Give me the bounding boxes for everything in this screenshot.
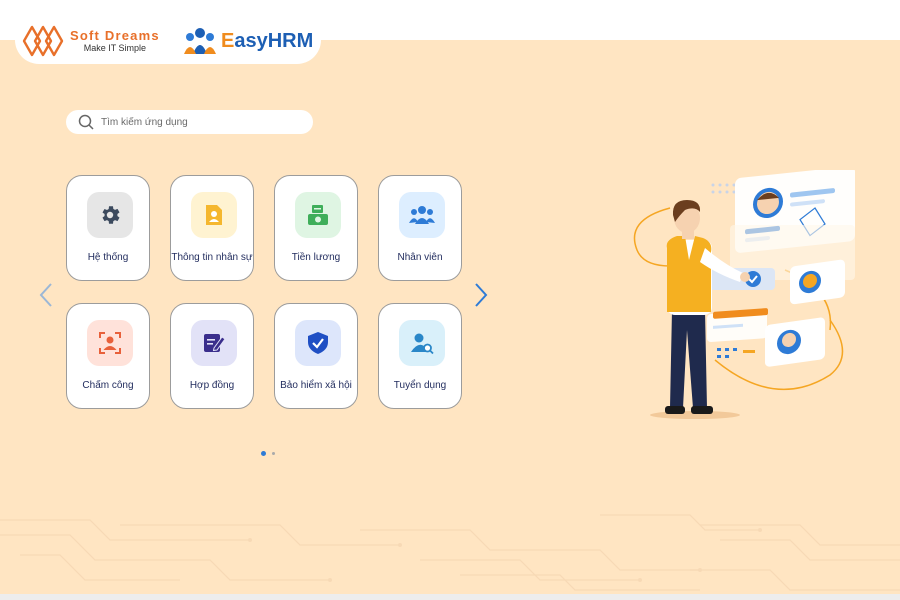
gear-icon bbox=[87, 192, 133, 238]
pagination-dots bbox=[261, 451, 275, 456]
hr-illustration bbox=[633, 170, 855, 419]
app-tile-hop-dong[interactable]: Hợp đồng bbox=[170, 303, 254, 409]
face-scan-icon bbox=[87, 320, 133, 366]
brand-tagline: Make IT Simple bbox=[83, 43, 147, 53]
easyhrm-logo[interactable]: EasyHRM bbox=[183, 26, 313, 56]
page-dot[interactable] bbox=[272, 452, 275, 455]
app-tile-he-thong[interactable]: Hệ thống bbox=[66, 175, 150, 281]
app-tile-nhan-vien[interactable]: Nhân viên bbox=[378, 175, 462, 281]
next-page-arrow-icon[interactable] bbox=[473, 282, 489, 308]
page-dot-active[interactable] bbox=[261, 451, 266, 456]
app-label: Hệ thống bbox=[87, 252, 129, 263]
app-label: Bảo hiểm xã hội bbox=[280, 380, 352, 391]
profile-document-icon bbox=[191, 192, 237, 238]
prev-page-arrow-icon[interactable] bbox=[38, 282, 54, 308]
team-icon bbox=[399, 192, 445, 238]
app-label: Tuyển dụng bbox=[393, 380, 447, 391]
app-label: Tiền lương bbox=[291, 252, 341, 263]
app-tile-cham-cong[interactable]: Chấm công bbox=[66, 303, 150, 409]
app-tile-bao-hiem-xa-hoi[interactable]: Bảo hiểm xã hội bbox=[274, 303, 358, 409]
app-label: Nhân viên bbox=[397, 252, 443, 263]
contract-edit-icon bbox=[191, 320, 237, 366]
search-box[interactable] bbox=[66, 110, 313, 134]
app-label: Hợp đồng bbox=[189, 380, 235, 391]
easyhrm-people-icon bbox=[184, 28, 216, 54]
app-label: Thông tin nhân sự bbox=[171, 252, 253, 263]
search-input[interactable] bbox=[99, 115, 303, 129]
soft-dreams-logo-icon bbox=[22, 25, 64, 57]
soft-dreams-logo[interactable]: Soft Dreams Make IT Simple bbox=[22, 24, 160, 58]
app-tile-tuyen-dung[interactable]: Tuyển dụng bbox=[378, 303, 462, 409]
circuit-decoration bbox=[0, 514, 900, 591]
app-tile-tien-luong[interactable]: Tiền lương bbox=[274, 175, 358, 281]
money-icon bbox=[295, 192, 341, 238]
shield-check-icon bbox=[295, 320, 341, 366]
search-icon bbox=[78, 114, 94, 130]
bottom-strip bbox=[0, 594, 900, 600]
recruitment-search-icon bbox=[399, 320, 445, 366]
app-label: Chấm công bbox=[82, 380, 134, 391]
app-tile-thong-tin-nhan-su[interactable]: Thông tin nhân sự bbox=[170, 175, 254, 281]
brand-name: Soft Dreams bbox=[70, 28, 160, 43]
product-name: EasyHRM bbox=[221, 29, 314, 52]
